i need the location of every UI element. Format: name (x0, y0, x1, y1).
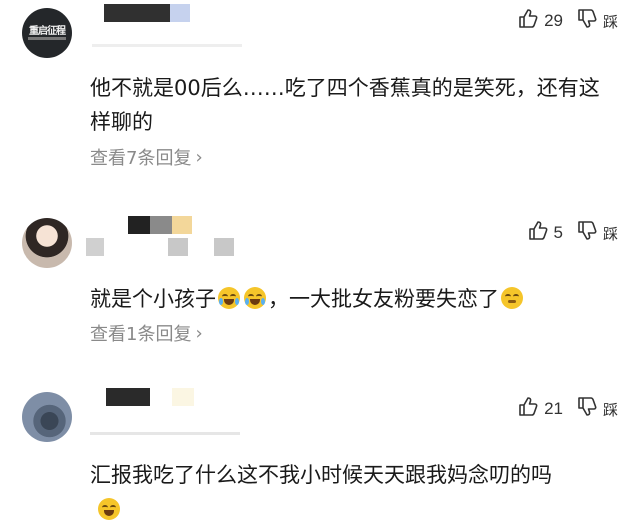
comment-text: 就是个小孩子 ，一大批女友粉要失恋了 (90, 282, 620, 316)
chevron-right-icon: › (195, 146, 203, 168)
tears-of-joy-emoji-icon (244, 287, 266, 309)
avatar[interactable] (22, 392, 72, 442)
username-blurred (170, 4, 190, 22)
speechless-emoji-icon (501, 287, 523, 309)
tears-of-joy-emoji-icon (218, 287, 240, 309)
username-blurred[interactable] (128, 216, 150, 234)
username-blurred (150, 216, 172, 234)
thumbs-up-icon[interactable] (518, 8, 538, 34)
comment-stats: 21 踩 (518, 396, 618, 422)
view-replies-link[interactable]: 查看7条回复 › (90, 144, 203, 170)
comment-item: 21 踩 汇报我吃了什么这不我小时候天天跟我妈念叨的吗 (0, 362, 640, 520)
thumbs-up-icon[interactable] (528, 220, 548, 246)
thumbs-down-icon[interactable] (577, 220, 597, 246)
meta-blurred (86, 238, 104, 256)
comment-text-part: 就是个小孩子 (90, 287, 216, 311)
comment-text: 汇报我吃了什么这不我小时候天天跟我妈念叨的吗 (90, 463, 552, 487)
dislike-label[interactable]: 踩 (603, 11, 618, 32)
username-blurred (172, 388, 194, 406)
thumbs-down-icon[interactable] (577, 8, 597, 34)
username-blurred[interactable] (104, 4, 170, 22)
dislike-label[interactable]: 踩 (603, 223, 618, 244)
avatar[interactable]: 重启征程 (22, 8, 72, 58)
avatar-logo: 重启征程 (29, 26, 66, 37)
emoji-icon (98, 498, 120, 520)
username-blurred (172, 216, 192, 234)
comment-item: 5 踩 就是个小孩子 ，一大批女友粉要失恋了 查看1条回复 › (0, 186, 640, 362)
view-replies-link[interactable]: 查看1条回复 › (90, 320, 203, 346)
view-replies-label: 查看7条回复 (90, 148, 192, 169)
comment-stats: 5 踩 (528, 220, 618, 246)
thumbs-up-icon[interactable] (518, 396, 538, 422)
thumbs-down-icon[interactable] (577, 396, 597, 422)
username-blurred[interactable] (106, 388, 150, 406)
comment-stats: 29 踩 (518, 8, 618, 34)
like-count: 5 (553, 223, 563, 242)
like-count: 29 (544, 11, 563, 30)
meta-blurred (90, 432, 240, 435)
comment-text: 他不就是00后么……吃了四个香蕉真的是笑死，还有这样聊的 (90, 76, 600, 134)
comment-item: 重启征程 29 踩 他不就是00后么……吃了四个香蕉真的是笑死，还有这样聊的 查… (0, 0, 640, 186)
avatar[interactable] (22, 218, 72, 268)
meta-blurred (214, 238, 234, 256)
meta-blurred (168, 238, 188, 256)
avatar-logo-underline (28, 37, 66, 40)
like-count: 21 (544, 399, 563, 418)
chevron-right-icon: › (195, 322, 203, 344)
view-replies-label: 查看1条回复 (90, 324, 192, 345)
comment-text-part: ，一大批女友粉要失恋了 (268, 287, 499, 311)
meta-blurred (92, 44, 242, 47)
dislike-label[interactable]: 踩 (603, 399, 618, 420)
